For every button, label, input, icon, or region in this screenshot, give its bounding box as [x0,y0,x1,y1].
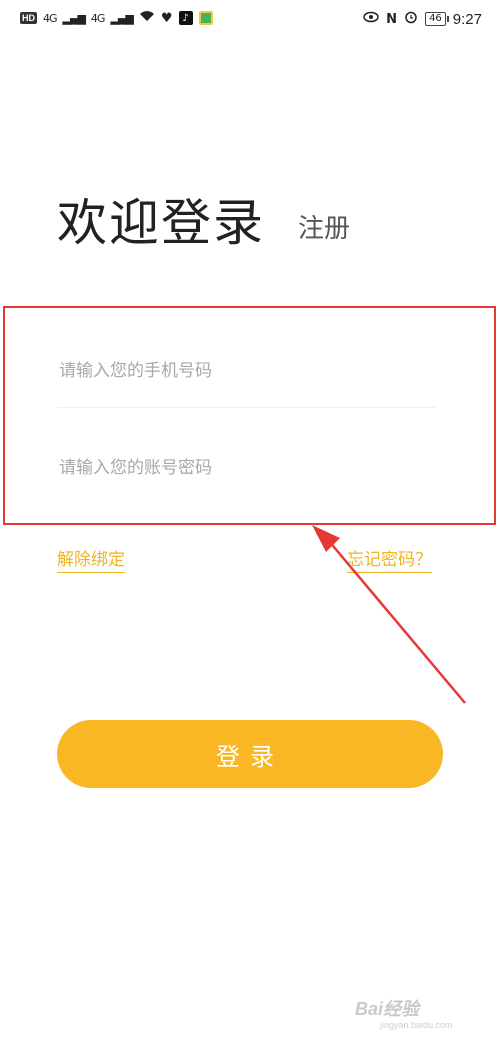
unbind-link[interactable]: 解除绑定 [57,545,125,573]
tiktok-icon: ♪ [178,11,193,25]
forgot-password-link[interactable]: 忘记密码？ [347,545,432,573]
alarm-icon [404,10,418,28]
signal-icon-2: ▂▄▆ [110,11,133,25]
status-right: N 46 9:27 [363,10,482,28]
watermark-brand: Bai经验 [355,999,420,1019]
register-link[interactable]: 注册 [298,208,350,245]
status-left: HD 4G ▂▄▆ 4G ▂▄▆ ♥ ♪ [20,10,213,26]
status-bar: HD 4G ▂▄▆ 4G ▂▄▆ ♥ ♪ N 46 9:27 [0,0,500,40]
watermark-url: jingyan.baidu.com [380,1020,453,1030]
annotation-highlight-box [3,306,496,525]
heart-icon: ♥ [160,10,173,26]
network-b-label: 4G [90,11,105,25]
eye-icon [363,11,379,27]
signal-icon: ▂▄▆ [62,11,86,25]
login-button[interactable]: 登录 [57,720,443,788]
network-a-label: 4G [43,11,57,25]
clock: 9:27 [452,10,482,28]
app-notification-icon [198,11,213,25]
hd-badge: HD [20,12,37,24]
nfc-icon: N [386,11,398,27]
page-title: 欢迎登录 [57,194,265,252]
battery-icon: 46 [425,12,449,26]
wifi-icon [139,10,155,26]
